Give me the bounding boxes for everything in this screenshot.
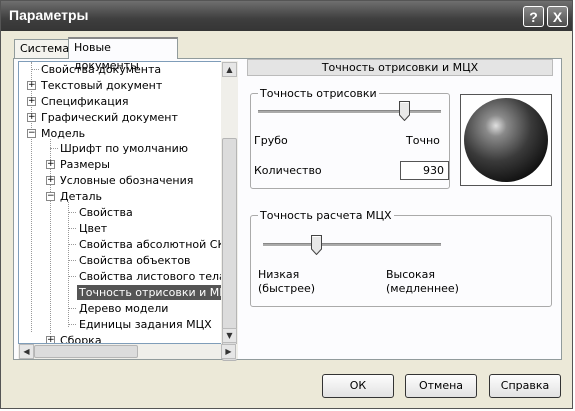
tree-item-sheet-body[interactable]: Свойства листового тела bbox=[79, 269, 226, 284]
tree-item-model-tree[interactable]: Дерево модели bbox=[79, 301, 168, 316]
expand-icon[interactable]: + bbox=[46, 176, 55, 185]
sphere-image bbox=[464, 98, 548, 182]
tree-item-properties[interactable]: Свойства bbox=[79, 205, 133, 220]
mcx-min-sublabel: (быстрее) bbox=[258, 282, 316, 295]
tree-item-default-font[interactable]: Шрифт по умолчанию bbox=[60, 141, 188, 156]
mcx-accuracy-group-title: Точность расчета МЦХ bbox=[258, 209, 394, 222]
tree-item-absolute-cs[interactable]: Свойства абсолютной СК bbox=[79, 237, 225, 252]
scroll-down-icon[interactable]: ▼ bbox=[222, 328, 237, 343]
render-accuracy-group-title: Точность отрисовки bbox=[258, 87, 379, 100]
sphere-preview bbox=[460, 94, 552, 186]
window-title: Параметры bbox=[9, 7, 89, 23]
tree-item-part[interactable]: Деталь bbox=[60, 189, 102, 204]
expand-icon[interactable]: + bbox=[27, 113, 36, 122]
tree-line bbox=[50, 148, 58, 149]
scroll-right-icon[interactable]: ▶ bbox=[221, 344, 236, 359]
tree-line bbox=[68, 244, 76, 245]
tree-item-object-properties[interactable]: Свойства объектов bbox=[79, 253, 191, 268]
mcx-min-label: Низкая bbox=[258, 268, 300, 281]
tree-line bbox=[31, 69, 39, 70]
expand-icon[interactable]: + bbox=[27, 81, 36, 90]
tree-line bbox=[68, 308, 76, 309]
render-min-label: Грубо bbox=[254, 134, 288, 147]
tree-item-text-document[interactable]: Текстовый документ bbox=[41, 78, 162, 93]
mcx-max-label: Высокая bbox=[386, 268, 436, 281]
tree-item-mcx-units[interactable]: Единицы задания МЦХ bbox=[79, 317, 212, 332]
tree-vertical-scrollbar[interactable]: ▲ ▼ bbox=[221, 61, 238, 361]
tab-new-documents[interactable]: Новые документы bbox=[68, 37, 178, 72]
tree-line bbox=[68, 276, 76, 277]
tree-line bbox=[68, 324, 76, 325]
tree-item-dimensions[interactable]: Размеры bbox=[60, 157, 110, 172]
tab-system[interactable]: Система bbox=[14, 39, 70, 58]
expand-icon[interactable]: + bbox=[46, 160, 55, 169]
tree-item-model[interactable]: Модель bbox=[41, 126, 85, 141]
tree-item-specification[interactable]: Спецификация bbox=[41, 94, 128, 109]
tree-horizontal-scrollbar[interactable]: ◀ ▶ bbox=[18, 344, 238, 359]
expand-icon[interactable]: + bbox=[46, 336, 55, 343]
collapse-icon[interactable]: − bbox=[27, 129, 36, 138]
mcx-accuracy-track bbox=[263, 243, 441, 247]
mcx-max-sublabel: (медленнее) bbox=[386, 282, 459, 295]
tree-line bbox=[68, 212, 76, 213]
scroll-left-icon[interactable]: ◀ bbox=[19, 344, 34, 359]
mcx-accuracy-slider[interactable] bbox=[311, 235, 323, 255]
scroll-up-icon[interactable]: ▲ bbox=[222, 62, 237, 77]
tree-item-assembly[interactable]: Сборка bbox=[60, 333, 102, 343]
scroll-thumb[interactable] bbox=[34, 345, 138, 358]
tree-item-render-accuracy[interactable]: Точность отрисовки и МЦХ bbox=[77, 285, 237, 300]
ok-button[interactable]: ОК bbox=[322, 374, 394, 398]
count-label: Количество bbox=[254, 164, 322, 177]
expand-icon[interactable]: + bbox=[27, 97, 36, 106]
tree-item-graphic-document[interactable]: Графический документ bbox=[41, 110, 178, 125]
render-accuracy-track bbox=[258, 110, 441, 114]
help-button[interactable]: Справка bbox=[489, 374, 561, 398]
render-accuracy-slider[interactable] bbox=[399, 101, 411, 121]
help-title-button[interactable]: ? bbox=[523, 6, 544, 27]
tree-item-color[interactable]: Цвет bbox=[79, 221, 107, 236]
close-title-button[interactable]: X bbox=[547, 6, 568, 27]
section-header: Точность отрисовки и МЦХ bbox=[247, 59, 553, 76]
tree-line bbox=[68, 228, 76, 229]
settings-tree[interactable]: + + + − + + − + Свойства документа Текст… bbox=[18, 61, 238, 344]
tree-line bbox=[68, 260, 76, 261]
tree-item-symbols[interactable]: Условные обозначения bbox=[60, 173, 193, 188]
title-bar: Параметры ? X bbox=[1, 1, 572, 31]
collapse-icon[interactable]: − bbox=[46, 192, 55, 201]
render-max-label: Точно bbox=[406, 134, 440, 147]
cancel-button[interactable]: Отмена bbox=[405, 374, 477, 398]
count-field[interactable]: 930 bbox=[400, 161, 449, 180]
